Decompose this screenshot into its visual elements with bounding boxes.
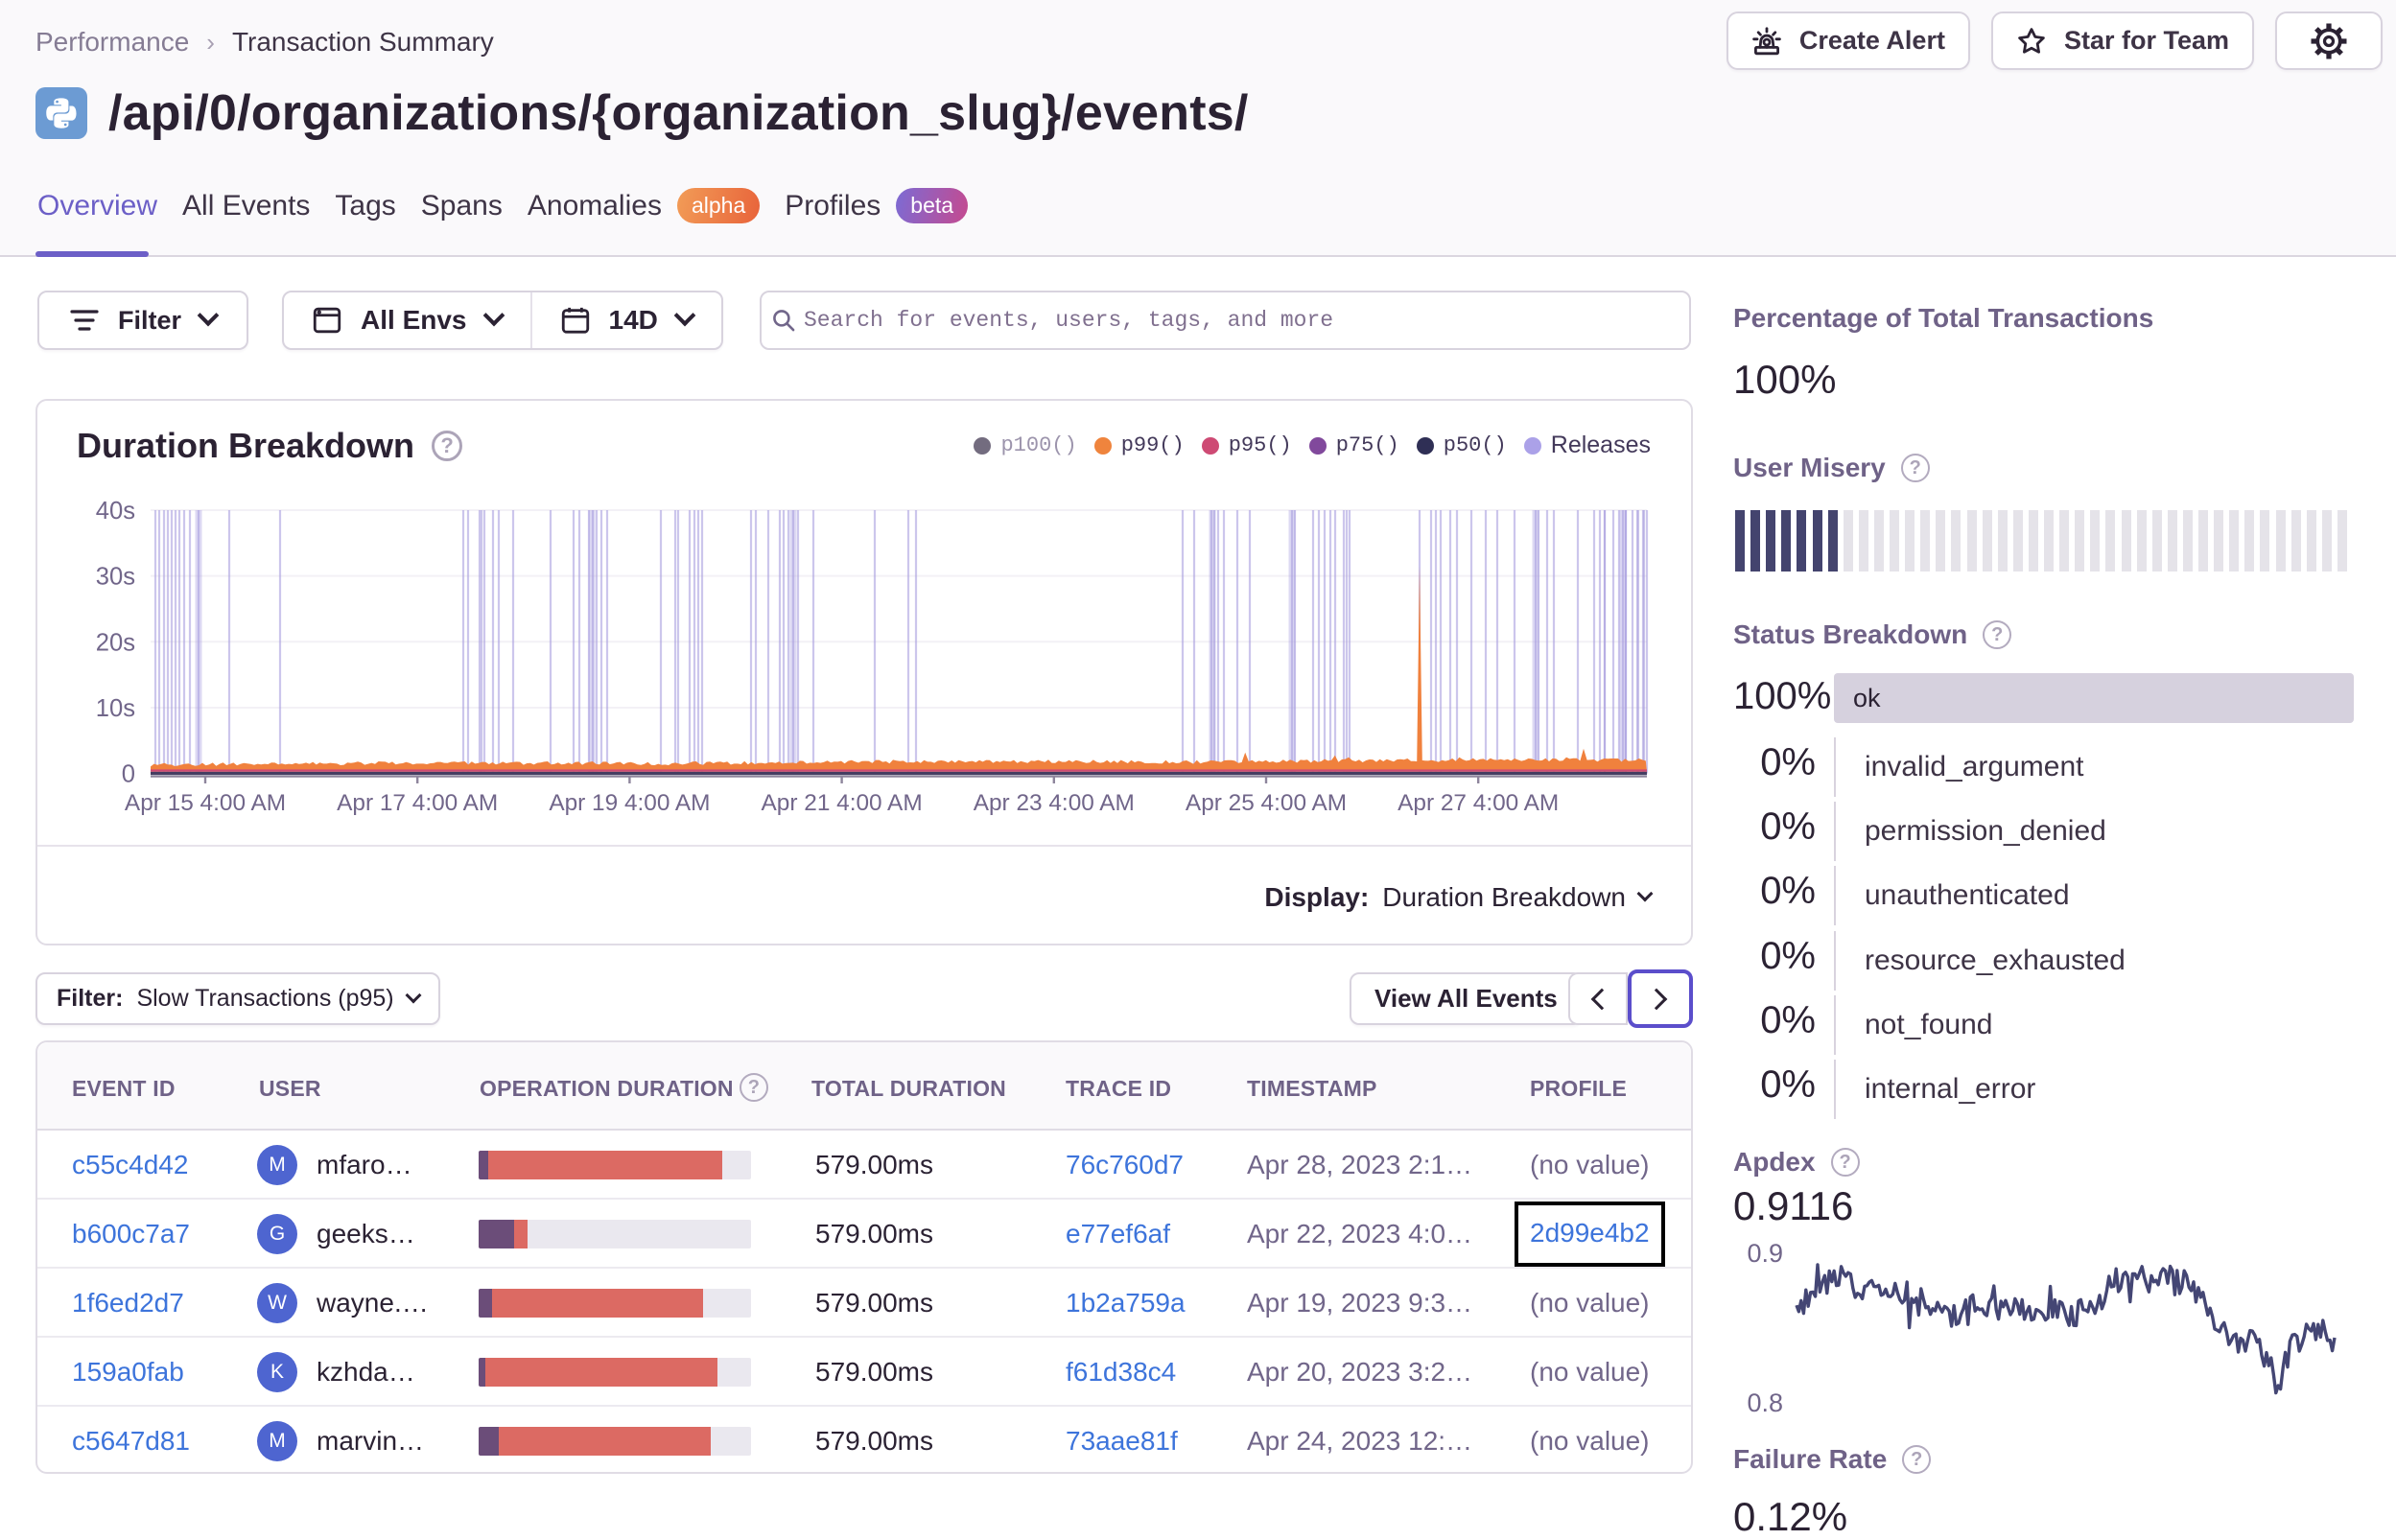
svg-text:10s: 10s (96, 695, 135, 722)
svg-text:Apr 21 4:00 AM: Apr 21 4:00 AM (762, 790, 923, 816)
svg-text:0.8: 0.8 (1747, 1388, 1783, 1417)
svg-text:30s: 30s (96, 564, 135, 591)
svg-text:Apr 23 4:00 AM: Apr 23 4:00 AM (974, 790, 1135, 816)
svg-text:0: 0 (122, 761, 135, 788)
svg-text:Apr 27 4:00 AM: Apr 27 4:00 AM (1398, 790, 1559, 816)
svg-text:0.9: 0.9 (1747, 1239, 1783, 1268)
svg-text:Apr 15 4:00 AM: Apr 15 4:00 AM (125, 790, 286, 816)
svg-text:Apr 19 4:00 AM: Apr 19 4:00 AM (549, 790, 710, 816)
svg-text:20s: 20s (96, 629, 135, 656)
svg-text:Apr 17 4:00 AM: Apr 17 4:00 AM (337, 790, 498, 816)
svg-text:40s: 40s (96, 498, 135, 525)
svg-text:Apr 25 4:00 AM: Apr 25 4:00 AM (1186, 790, 1347, 816)
